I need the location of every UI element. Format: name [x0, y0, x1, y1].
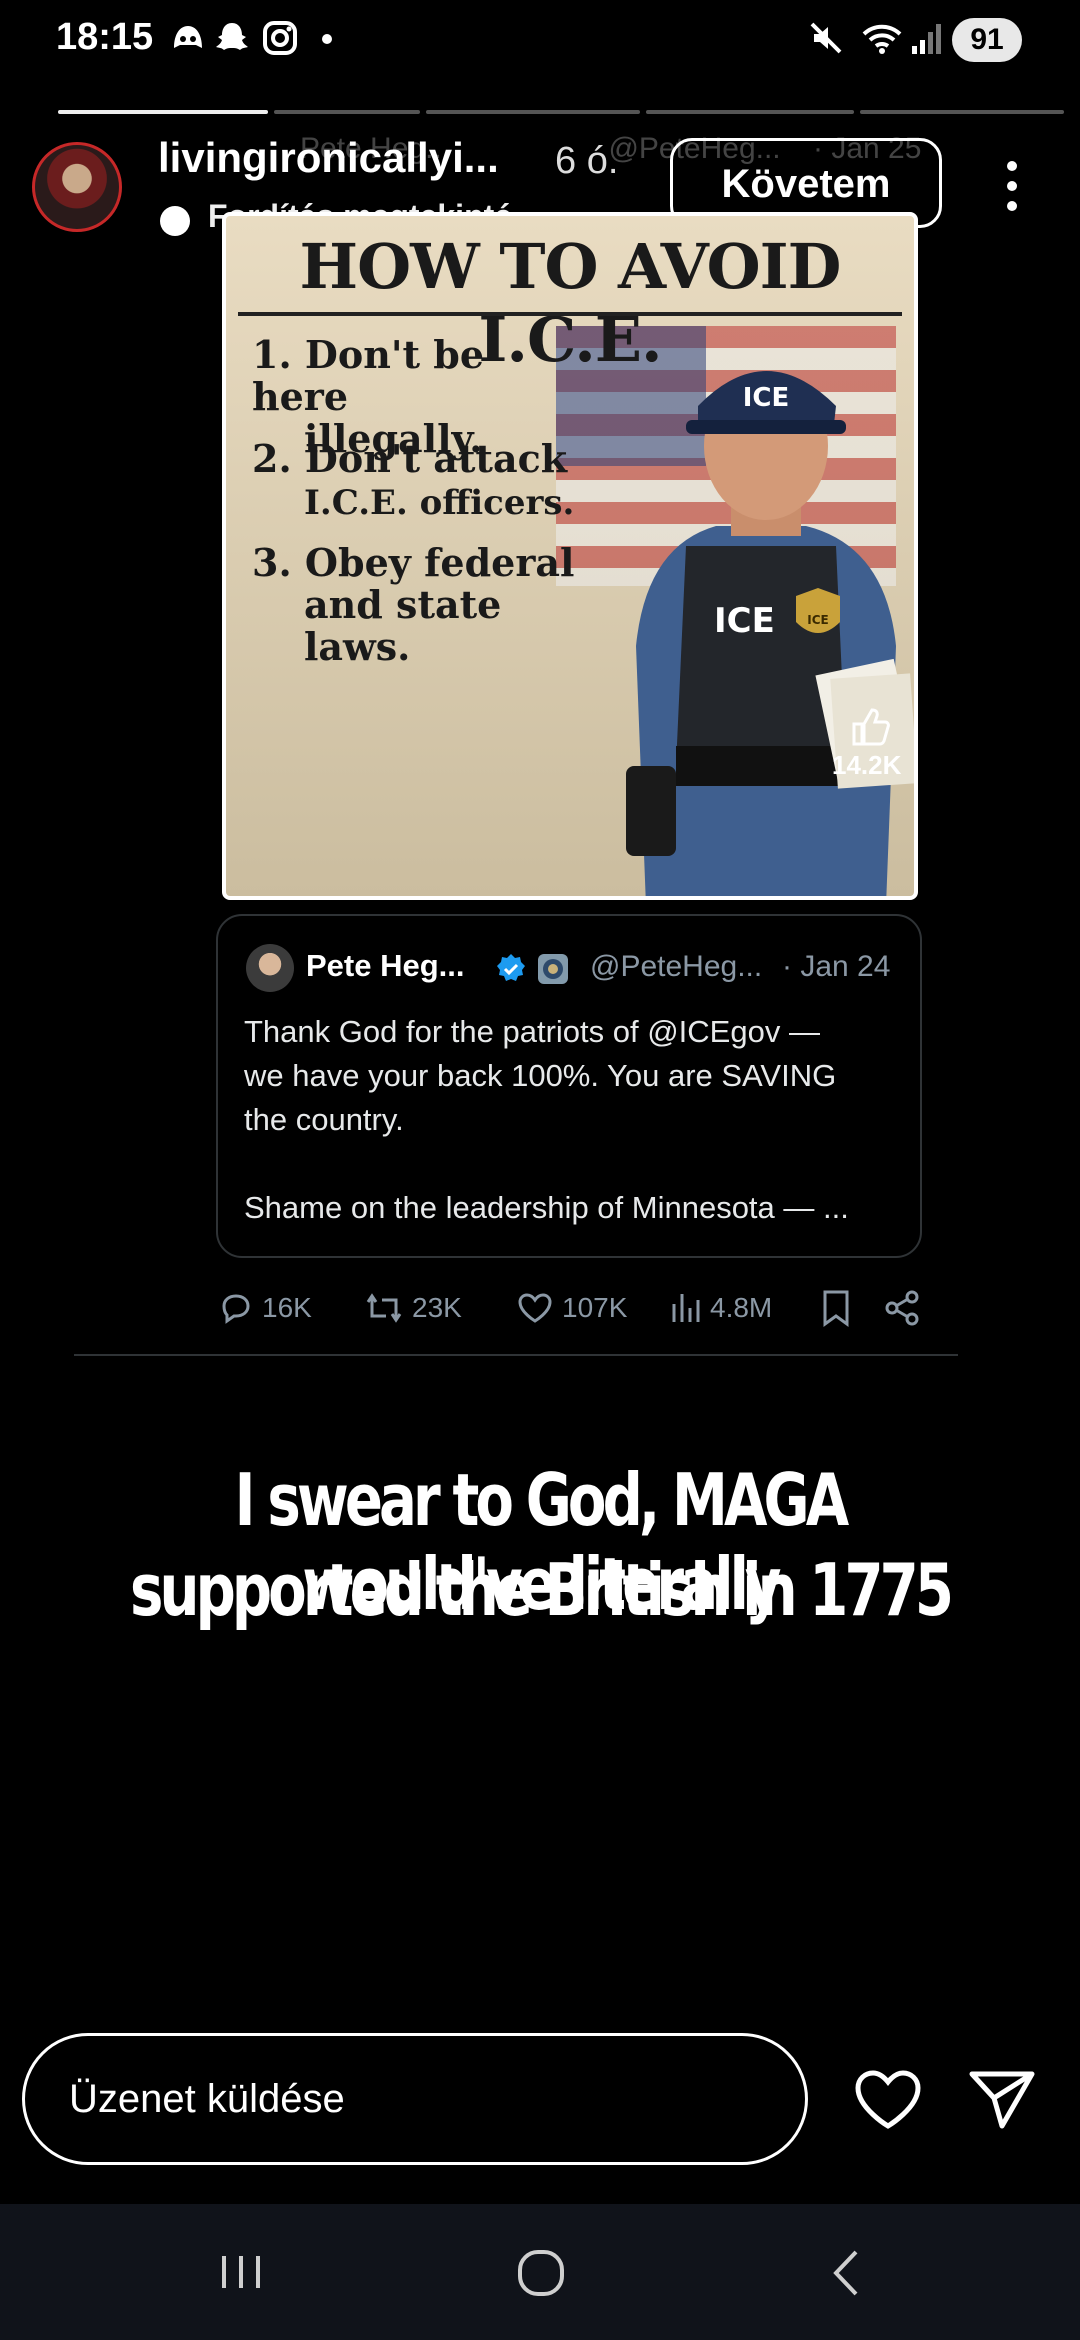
quoted-tweet-text-line: Shame on the leadership of Minnesota — .…	[244, 1190, 849, 1225]
translate-icon	[160, 206, 190, 236]
battery-indicator: 91	[952, 18, 1022, 62]
reply-icon	[222, 1294, 250, 1324]
story-progress-segment	[860, 110, 1064, 114]
svg-text:ICE: ICE	[807, 613, 828, 627]
back-button-icon[interactable]	[828, 2248, 864, 2298]
shared-image: HOW TO AVOID I.C.E. 1. Don't be here ill…	[222, 212, 918, 900]
thumbs-up-icon	[852, 708, 890, 746]
quoted-tweet-handle: @PeteHeg...	[590, 950, 763, 983]
recents-button-icon[interactable]	[218, 2252, 264, 2292]
retweet-icon	[366, 1293, 402, 1323]
verified-badge-icon	[497, 954, 525, 981]
send-direct-icon[interactable]	[966, 2066, 1038, 2132]
story-time-ago: 6 ó.	[555, 140, 619, 182]
government-affiliation-icon	[538, 954, 568, 984]
story-author-username[interactable]: livingironicallyi...	[158, 134, 499, 182]
quoted-tweet-avatar	[246, 944, 294, 992]
story-progress-segment	[426, 110, 640, 114]
story-progress-segment	[646, 110, 854, 114]
retweet-count: 23K	[412, 1292, 462, 1323]
home-button-icon[interactable]	[516, 2248, 566, 2298]
story-author-avatar[interactable]	[32, 142, 122, 232]
discord-icon	[174, 26, 202, 48]
views-count: 4.8M	[710, 1292, 773, 1323]
views-action[interactable]: 4.8M	[670, 1288, 772, 1328]
like-action[interactable]: 107K	[516, 1288, 627, 1328]
instagram-icon	[263, 21, 297, 55]
message-input[interactable]: Üzenet küldése	[22, 2033, 808, 2165]
retweet-action[interactable]: 23K	[364, 1288, 462, 1328]
story-progress-segment	[274, 110, 420, 114]
poster-divider	[238, 312, 902, 316]
quoted-tweet-text-line: the country.	[244, 1102, 404, 1137]
snapchat-icon	[216, 23, 248, 50]
story-caption-line: supported the British in 1775	[129, 1548, 954, 1632]
signal-icon	[912, 24, 941, 54]
status-bar: 18:15 91	[0, 0, 1080, 82]
mute-icon	[810, 22, 842, 54]
views-chart-icon	[672, 1294, 700, 1322]
image-like-count: 14.2K	[832, 750, 902, 780]
reply-count: 16K	[262, 1292, 312, 1323]
share-icon[interactable]	[884, 1290, 920, 1326]
bookmark-icon[interactable]	[820, 1288, 852, 1328]
like-story-heart-icon[interactable]	[852, 2068, 924, 2132]
story-progress-segment	[58, 110, 268, 114]
quoted-tweet-text-line: we have your back 100%. You are SAVING	[244, 1058, 837, 1093]
reply-action[interactable]: 16K	[218, 1288, 312, 1328]
quoted-tweet-author-name: Pete Heg...	[306, 948, 465, 983]
wifi-icon	[862, 24, 902, 54]
poster-rule-3: 3. Obey federal and state laws.	[252, 540, 575, 669]
clock: 18:15	[56, 16, 154, 58]
heart-icon	[518, 1293, 552, 1323]
poster-rule-2: 2. Don't attack I.C.E. officers.	[252, 436, 575, 524]
svg-text:ICE: ICE	[714, 601, 775, 641]
more-options-icon[interactable]	[1000, 158, 1024, 214]
quoted-tweet-text-line: Thank God for the patriots of @ICEgov —	[244, 1014, 820, 1049]
like-count: 107K	[562, 1292, 628, 1323]
ice-officer-illustration: ICE ICE ICE	[626, 371, 914, 896]
notification-dot-icon	[322, 34, 332, 44]
svg-text:ICE: ICE	[743, 383, 790, 413]
quoted-tweet-date: · Jan 24	[782, 950, 891, 983]
tweet-divider	[74, 1354, 958, 1356]
